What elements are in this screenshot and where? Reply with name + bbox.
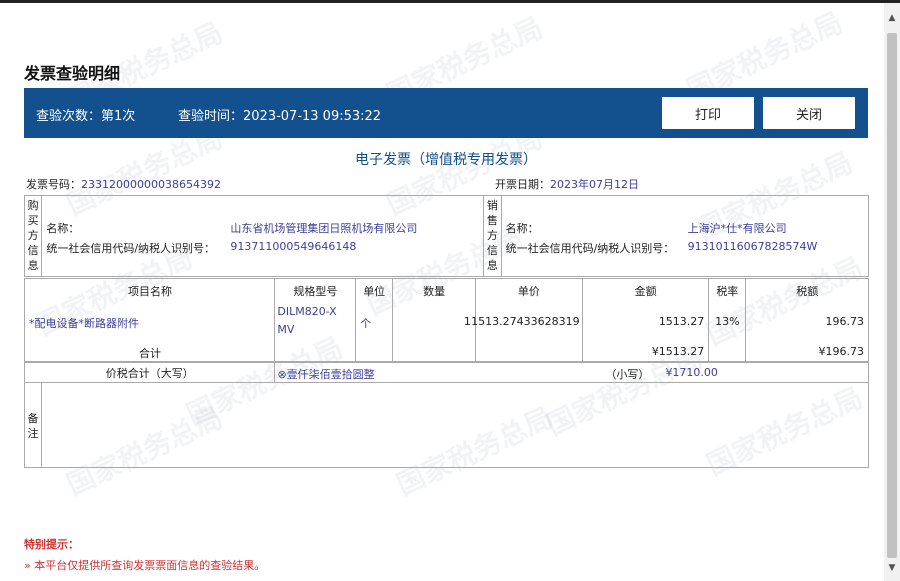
close-button[interactable]: 关闭 (763, 97, 855, 129)
seller-info: 名称： 上海沪*仕*有限公司 统一社会信用代码/纳税人识别号： 91310116… (500, 195, 870, 277)
item-tax-rate: 13% (715, 315, 740, 328)
total-with-tax-values: ⊗壹仟柒佰壹拾圆整 （小写） ¥1710.00 (274, 362, 869, 383)
check-count: 查验次数：第1次 (36, 109, 136, 124)
item-unit: 个 (360, 317, 372, 330)
invoice-date: 开票日期：2023年07月12日 (495, 176, 639, 192)
item-name: *配电设备*断路器附件 (29, 317, 139, 330)
buyer-taxid: 913711000549646148 (230, 240, 357, 253)
notice-text: 本平台仅提供所查询发票票面信息的查验结果。 (34, 559, 266, 572)
invoice-date-label: 开票日期： (495, 178, 550, 191)
page-title: 发票查验明细 (24, 64, 121, 83)
seller-taxid: 91310116067828574W (687, 240, 818, 253)
remarks-content (40, 382, 870, 468)
col-item-name: 项目名称 *配电设备*断路器附件 合计 (23, 278, 276, 362)
buyer-info: 名称： 山东省机场管理集团日照机场有限公司 统一社会信用代码/纳税人识别号： 9… (41, 195, 485, 277)
bullet-icon: » (24, 559, 35, 572)
header-bar: 查验次数：第1次 查验时间：2023-07-13 09:53:22 打印 关闭 (24, 88, 868, 138)
invoice-number-label: 发票号码： (26, 178, 81, 191)
invoice-title: 电子发票（增值税专用发票） (355, 152, 537, 168)
seller-name-label: 名称： (505, 222, 539, 235)
header-amount: 金额 (634, 285, 657, 298)
col-model: 规格型号 DILM820-XMV (274, 278, 357, 362)
total-amount: ¥1513.27 (651, 345, 705, 358)
col-tax-rate: 税率 13% (708, 278, 747, 362)
item-model: DILM820-XMV (277, 305, 337, 336)
seller-taxid-label: 统一社会信用代码/纳税人识别号： (505, 242, 675, 255)
notice-text-row: » 本平台仅提供所查询发票票面信息的查验结果。 (24, 557, 265, 573)
remarks-label: 备注 (24, 382, 42, 468)
total-tax: ¥196.73 (818, 345, 865, 358)
item-quantity: 1 (463, 315, 471, 328)
header-quantity: 数量 (423, 285, 446, 298)
scroll-up-icon[interactable]: ▲ (886, 13, 898, 27)
invoice-number: 发票号码：23312000000038654392 (26, 176, 221, 192)
invoice-number-value: 23312000000038654392 (81, 178, 221, 191)
buyer-name: 山东省机场管理集团日照机场有限公司 (230, 222, 418, 235)
scroll-thumb[interactable] (887, 33, 897, 558)
buyer-section-label: 购买方信息 (23, 195, 43, 277)
col-tax: 税额 196.73 ¥196.73 (745, 278, 869, 362)
items-table: 项目名称 *配电设备*断路器附件 合计 规格型号 DILM820-XMV 单位 … (23, 278, 869, 362)
scrollbar[interactable]: ▲ ▼ (884, 3, 900, 581)
parties-table: 购买方信息 名称： 山东省机场管理集团日照机场有限公司 统一社会信用代码/纳税人… (23, 195, 870, 277)
small-label: （小写） (605, 368, 650, 381)
item-amount: 1513.27 (658, 315, 705, 328)
invoice-date-value: 2023年07月12日 (550, 178, 639, 191)
check-time: 查验时间：2023-07-13 09:53:22 (178, 109, 382, 124)
header-model: 规格型号 (293, 285, 338, 298)
top-border (0, 0, 900, 3)
col-quantity: 数量 1 (392, 278, 476, 362)
notice-title: 特别提示： (24, 538, 79, 551)
header-unit-price: 单价 (517, 285, 540, 298)
header-unit: 单位 (363, 285, 386, 298)
item-tax: 196.73 (825, 315, 865, 328)
item-unit-price: 1513.27433628319 (471, 315, 580, 328)
total-label: 合计 (139, 347, 161, 360)
col-unit-price: 单价 1513.27433628319 (471, 278, 583, 362)
seller-section-label: 销售方信息 (483, 195, 502, 277)
buyer-taxid-label: 统一社会信用代码/纳税人识别号： (46, 242, 216, 255)
header-tax: 税额 (796, 285, 819, 298)
total-with-tax-table: 价税合计（大写） ⊗壹仟柒佰壹拾圆整 （小写） ¥1710.00 (23, 362, 869, 383)
remarks-table: 备注 (24, 382, 870, 468)
col-amount: 金额 1513.27 ¥1513.27 (581, 278, 710, 362)
header-item-name: 项目名称 (128, 285, 172, 298)
total-with-tax-upper: ⊗壹仟柒佰壹拾圆整 (277, 368, 375, 381)
scroll-down-icon[interactable]: ▼ (886, 563, 898, 577)
seller-name: 上海沪*仕*有限公司 (687, 222, 787, 235)
buyer-name-label: 名称： (46, 222, 80, 235)
col-unit: 单位 个 (355, 278, 394, 362)
total-with-tax-label: 价税合计（大写） (23, 362, 276, 383)
header-tax-rate: 税率 (716, 285, 739, 298)
print-button[interactable]: 打印 (662, 97, 754, 129)
total-with-tax-lower: ¥1710.00 (665, 366, 718, 379)
